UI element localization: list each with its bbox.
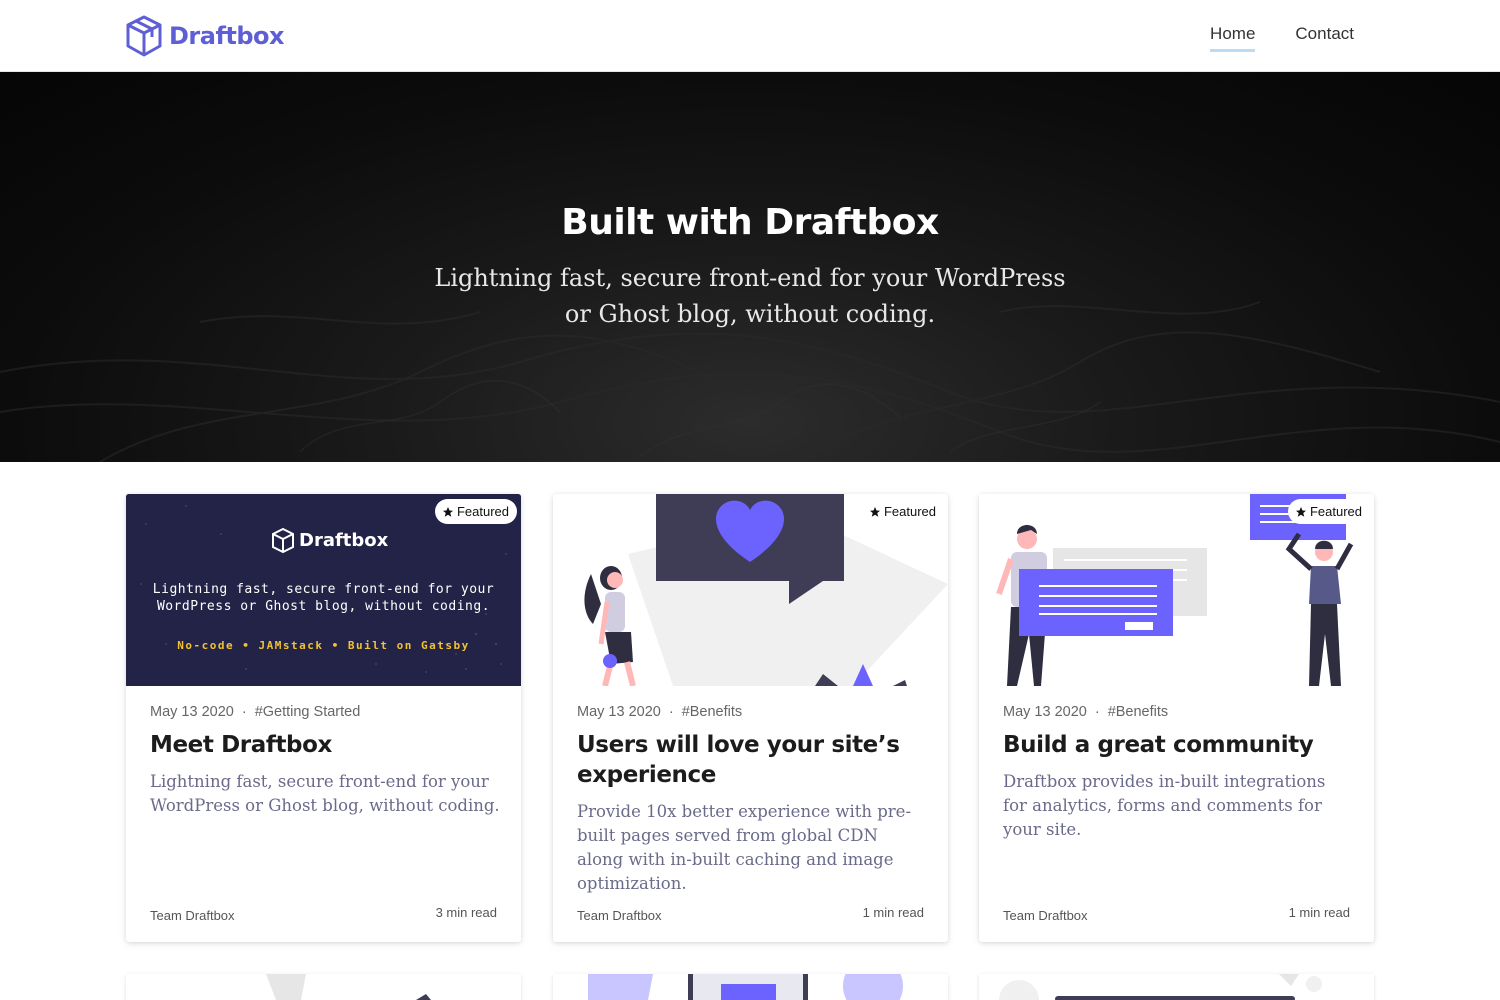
nav-home-link[interactable]: Home — [1210, 24, 1256, 52]
star-icon — [442, 506, 453, 517]
post-excerpt: Provide 10x better experience with pre-b… — [577, 802, 912, 893]
logo-text: Draftbox — [169, 22, 285, 50]
hero-subtitle: Lightning fast, secure front-end for you… — [434, 264, 1066, 328]
post-card-partial[interactable] — [979, 974, 1374, 1000]
post-card[interactable]: Featured May 13 2020 · #Benefits Users w… — [553, 494, 948, 942]
meta-separator: · — [668, 704, 674, 720]
post-date: May 13 2020 — [577, 704, 661, 720]
post-read-time: 1 min read — [1288, 905, 1350, 920]
post-tag-link[interactable]: #Benefits — [682, 704, 742, 720]
post-cover-image[interactable]: Featured — [979, 494, 1374, 686]
post-date: May 13 2020 — [1003, 704, 1087, 720]
featured-badge: Featured — [434, 499, 517, 524]
site-header: Draftbox Home Contact — [0, 0, 1500, 72]
post-excerpt: Lightning fast, secure front-end for you… — [150, 772, 500, 815]
post-tag-link[interactable]: #Getting Started — [255, 704, 361, 720]
cover-tagline: No-code • JAMstack • Built on Gatsby — [177, 639, 470, 652]
star-icon — [1295, 506, 1306, 517]
post-read-time: 1 min read — [862, 905, 924, 920]
post-meta: May 13 2020 · #Benefits — [577, 704, 742, 720]
post-tag-link[interactable]: #Benefits — [1108, 704, 1168, 720]
star-icon — [869, 506, 880, 517]
nav-contact-link[interactable]: Contact — [1295, 24, 1354, 52]
post-card[interactable]: Draftbox Lightning fast, secure front-en… — [126, 494, 521, 942]
person-illustration — [584, 566, 636, 686]
cover-line-2: WordPress or Ghost blog, without coding. — [156, 599, 491, 614]
main-nav: Home Contact — [1210, 24, 1354, 52]
post-card-partial[interactable] — [126, 974, 521, 1000]
featured-label: Featured — [883, 504, 936, 519]
post-meta: May 13 2020 · #Getting Started — [150, 704, 360, 720]
post-read-time: 3 min read — [435, 905, 497, 920]
post-card[interactable]: Featured May 13 2020 · #Benefits Build a… — [979, 494, 1374, 942]
featured-label: Featured — [456, 504, 509, 519]
featured-badge: Featured — [861, 499, 944, 524]
cover-line-1: Lightning fast, secure front-end for you… — [152, 582, 495, 597]
featured-label: Featured — [1309, 504, 1362, 519]
meta-separator: · — [1094, 704, 1100, 720]
post-title[interactable]: Build a great community — [1003, 730, 1343, 760]
post-date: May 13 2020 — [150, 704, 234, 720]
post-author[interactable]: Team Draftbox — [1003, 908, 1088, 923]
hero-banner: Built with Draftbox Lightning fast, secu… — [0, 72, 1500, 462]
post-cover-image[interactable]: Draftbox Lightning fast, secure front-en… — [126, 494, 521, 686]
box-logo-icon — [126, 15, 162, 57]
cover-illustration-partial — [999, 974, 1322, 1000]
person-illustration — [1285, 532, 1354, 686]
cover-illustration-partial — [266, 974, 431, 1000]
post-excerpt: Draftbox provides in-built integrations … — [1003, 772, 1326, 839]
featured-badge: Featured — [1287, 499, 1370, 524]
site-logo[interactable]: Draftbox — [125, 15, 285, 57]
post-cover-image[interactable]: Featured — [553, 494, 948, 686]
post-title[interactable]: Users will love your site’s experience — [577, 730, 917, 790]
post-meta: May 13 2020 · #Benefits — [1003, 704, 1168, 720]
post-author[interactable]: Team Draftbox — [150, 908, 235, 923]
meta-separator: · — [241, 704, 247, 720]
cover-illustration-partial — [588, 974, 903, 1000]
hero-title: Built with Draftbox — [561, 202, 939, 243]
cover-logo-text: Draftbox — [299, 530, 389, 551]
post-card-partial[interactable] — [553, 974, 948, 1000]
post-author[interactable]: Team Draftbox — [577, 908, 662, 923]
post-title[interactable]: Meet Draftbox — [150, 730, 490, 760]
